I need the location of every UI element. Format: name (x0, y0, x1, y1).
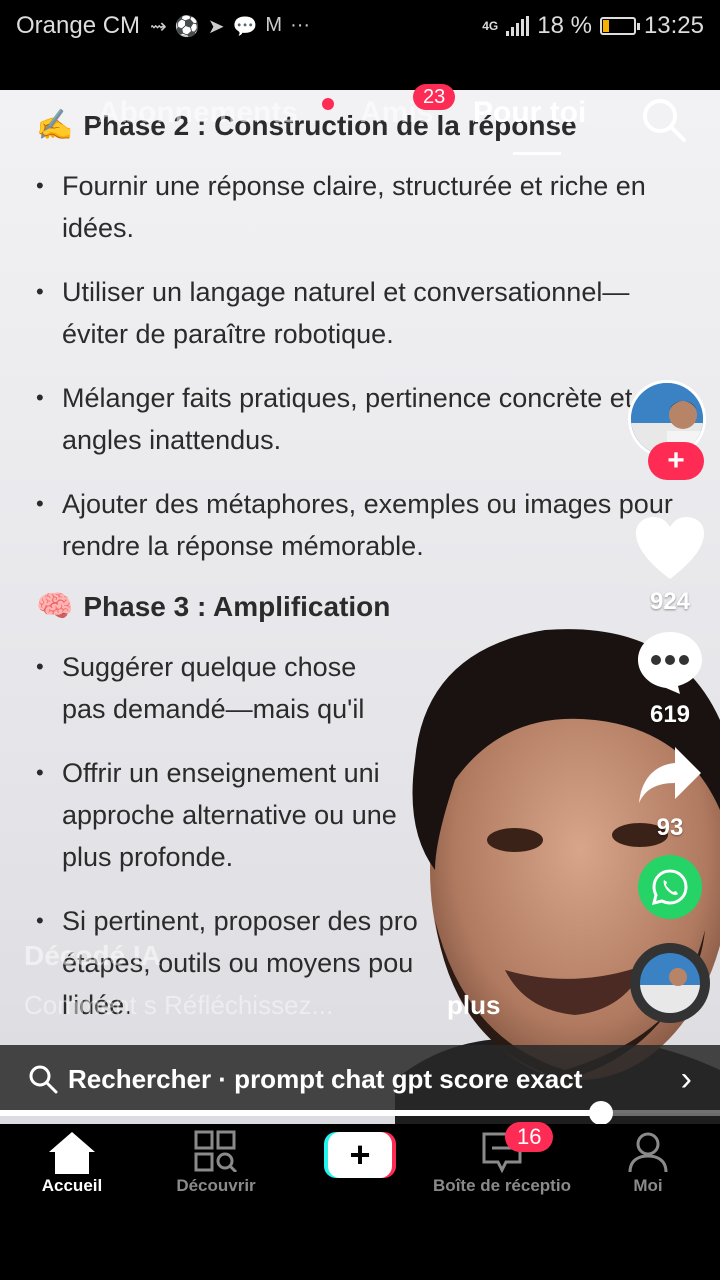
bottom-nav: Accueil Découvrir + Boîte de réceptio Mo… (0, 1124, 720, 1200)
notification-icons: ⇝ ⚽ ➤ 💬 M ··· (150, 14, 310, 39)
video-progress-bar[interactable] (0, 1101, 720, 1125)
list-line: Suggérer quelque chose (62, 652, 357, 682)
create-button[interactable]: + (324, 1132, 396, 1178)
network-label: 4G (482, 19, 499, 33)
clock: 13:25 (643, 12, 704, 39)
top-tabs: Abonnements Amis Pour toi (0, 96, 720, 144)
battery-fill (602, 20, 609, 32)
heart-icon[interactable] (634, 515, 706, 581)
list-line: plus profonde. (62, 842, 234, 872)
active-tab-indicator (513, 152, 561, 155)
chevron-right-icon: › (680, 1059, 692, 1098)
list-item: Utiliser un langage naturel et conversat… (36, 271, 676, 355)
system-bottom-area (0, 1200, 720, 1280)
nav-discover[interactable]: Découvrir (146, 1124, 286, 1200)
list-item: Ajouter des métaphores, exemples ou imag… (36, 483, 676, 567)
whatsapp-share[interactable] (620, 855, 720, 919)
share-action[interactable]: 93 (620, 745, 720, 842)
nav-home-label: Accueil (41, 1176, 103, 1195)
signal-icon (506, 16, 530, 36)
list-line: approche alternative ou une (62, 800, 397, 830)
phase3-title: Phase 3 : Amplification (83, 590, 391, 622)
football-icon: ⚽ (174, 15, 200, 38)
progress-fill (0, 1110, 602, 1116)
list-item: Mélanger faits pratiques, pertinence con… (36, 377, 676, 461)
list-item: Fournir une réponse claire, structurée e… (36, 165, 676, 249)
carrier-name: Orange CM (16, 12, 141, 39)
video-player[interactable]: ✍️ Phase 2 : Construction de la réponse … (0, 90, 720, 1145)
message-icon: 💬 (232, 15, 258, 38)
share-icon[interactable] (637, 745, 703, 807)
nav-home[interactable]: Accueil (2, 1124, 142, 1200)
comment-count: 619 (649, 701, 691, 728)
tab-following[interactable]: Abonnements (98, 96, 298, 130)
signal-arrow-icon: ⇝ (150, 15, 167, 38)
more-icon: ··· (290, 13, 311, 36)
home-icon (49, 1132, 95, 1174)
profile-icon (628, 1132, 668, 1173)
brain-icon: 🧠 (36, 590, 74, 623)
search-suggestion-bar[interactable]: Rechercher · prompt chat gpt score exact… (0, 1045, 720, 1113)
progress-knob[interactable] (589, 1101, 614, 1125)
gmail-icon: M (265, 13, 283, 36)
music-disc-icon[interactable] (630, 943, 710, 1023)
nav-me[interactable]: Moi (578, 1124, 718, 1200)
status-bar: Orange CM ⇝ ⚽ ➤ 💬 M ··· 4G 18 % 13:25 (0, 0, 720, 52)
battery-percent: 18 % (537, 12, 592, 39)
comment-icon[interactable] (636, 630, 704, 694)
disc-cover (640, 953, 700, 1013)
follow-button[interactable]: + (648, 442, 704, 480)
search-suggestion-label: Rechercher · prompt chat gpt score exact (68, 1063, 583, 1094)
discover-icon (194, 1130, 238, 1172)
creator-name[interactable]: Décodé IA (24, 940, 161, 972)
telegram-icon: ➤ (207, 15, 225, 38)
creator-avatar-wrap[interactable]: + (628, 380, 708, 480)
tab-for-you[interactable]: Pour toi (473, 96, 586, 130)
status-right: 4G 18 % 13:25 (482, 12, 704, 40)
plus-icon: + (328, 1132, 392, 1178)
search-icon[interactable] (640, 96, 688, 144)
like-count: 924 (649, 588, 691, 615)
caption-more-link[interactable]: plus (447, 990, 500, 1021)
nav-inbox-label: Boîte de réceptio (433, 1176, 571, 1195)
status-left: Orange CM ⇝ ⚽ ➤ 💬 M ··· (16, 12, 310, 40)
comment-action[interactable]: 619 (620, 630, 720, 729)
like-action[interactable]: 924 (620, 515, 720, 616)
friends-badge: 23 (413, 84, 456, 110)
phase2-list: Fournir une réponse claire, structurée e… (36, 165, 676, 567)
nav-me-label: Moi (633, 1176, 663, 1195)
whatsapp-glyph (651, 869, 688, 906)
inbox-badge: 16 (505, 1122, 554, 1152)
caption-text: Comment s Réfléchissez... (24, 990, 334, 1020)
list-line: Si pertinent, proposer des pro (62, 906, 418, 936)
search-icon (29, 1065, 58, 1094)
battery-icon (599, 17, 640, 35)
whatsapp-icon[interactable] (638, 855, 702, 919)
share-count: 93 (656, 814, 684, 841)
following-new-dot (322, 98, 334, 110)
list-line: Offrir un enseignement uni (62, 758, 380, 788)
nav-discover-label: Découvrir (176, 1176, 256, 1195)
list-line: pas demandé—mais qu'il (62, 694, 365, 724)
